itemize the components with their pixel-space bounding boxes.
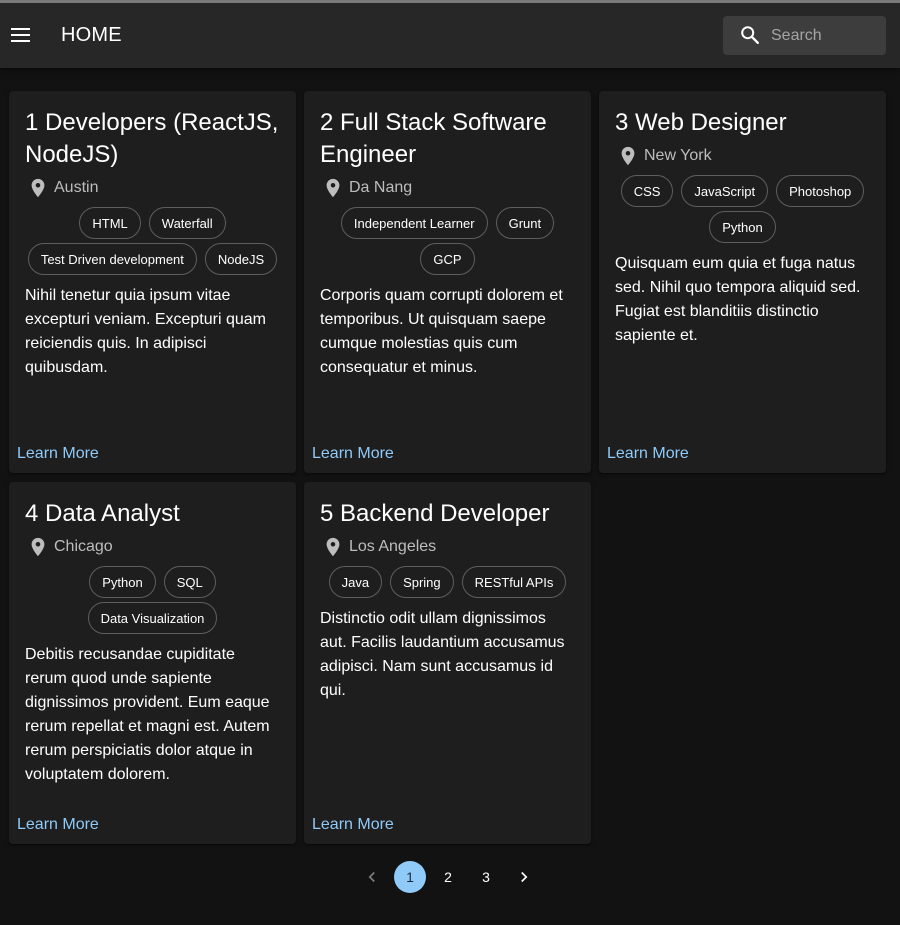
skill-tag[interactable]: Independent Learner (340, 207, 488, 239)
job-location: Austin (25, 175, 280, 201)
location-label: Austin (54, 179, 99, 196)
page-button-3[interactable]: 3 (470, 861, 502, 893)
skill-tag[interactable]: CSS (620, 175, 674, 207)
page-button-2[interactable]: 2 (432, 861, 464, 893)
job-title: 4 Data Analyst (25, 500, 180, 527)
skill-tag[interactable]: Photoshop (776, 175, 865, 207)
chevron-right-icon (521, 871, 528, 883)
job-title: 2 Full Stack Software Engineer (320, 109, 547, 168)
previous-page-button[interactable] (356, 861, 388, 893)
skill-tag[interactable]: JavaScript (681, 175, 769, 207)
menu-button[interactable] (6, 17, 36, 53)
skill-tag[interactable]: NodeJS (204, 243, 278, 275)
location-label: Da Nang (349, 179, 413, 196)
job-description: Distinctio odit ullam dignissimos aut. F… (320, 610, 565, 699)
learn-more-button[interactable]: Learn More (607, 445, 689, 463)
skill-tag[interactable]: Data Visualization (87, 602, 218, 634)
skill-tag[interactable]: SQL (163, 566, 216, 598)
job-card: 3 Web Designer New York CSS JavaScript P… (599, 91, 886, 473)
job-title: 5 Backend Developer (320, 500, 550, 527)
job-location: Los Angeles (320, 534, 575, 560)
skill-tag[interactable]: Waterfall (148, 207, 226, 239)
learn-more-button[interactable]: Learn More (17, 445, 99, 463)
job-card: 2 Full Stack Software Engineer Da Nang I… (304, 91, 591, 473)
skill-tag[interactable]: Test Driven development (27, 243, 197, 275)
location-label: Los Angeles (349, 538, 437, 555)
location-pin-icon (621, 146, 635, 166)
job-title: 3 Web Designer (615, 109, 787, 136)
skill-tags: HTML Waterfall Test Driven development N… (25, 207, 280, 275)
skill-tags: Java Spring RESTful APIs (320, 566, 575, 598)
skill-tag[interactable]: Java (328, 566, 383, 598)
learn-more-button[interactable]: Learn More (312, 816, 394, 834)
app-bar: HOME (0, 0, 900, 68)
menu-icon (11, 28, 30, 42)
job-description: Nihil tenetur quia ipsum vitae excepturi… (25, 287, 266, 376)
location-pin-icon (326, 178, 340, 198)
location-label: New York (644, 147, 712, 164)
app-root: HOME 1 Developers (ReactJS, NodeJS) Aust… (0, 0, 900, 925)
job-description: Corporis quam corrupti dolorem et tempor… (320, 287, 563, 376)
skill-tag[interactable]: GCP (420, 243, 475, 275)
skill-tag[interactable]: RESTful APIs (461, 566, 567, 598)
next-page-button[interactable] (508, 861, 540, 893)
skill-tags: Python SQL Data Visualization (25, 566, 280, 634)
job-card: 4 Data Analyst Chicago Python SQL Data V… (9, 482, 296, 844)
search-input[interactable] (771, 16, 881, 55)
search-icon (741, 26, 759, 44)
learn-more-button[interactable]: Learn More (312, 445, 394, 463)
chevron-left-icon (368, 871, 375, 883)
job-card: 5 Backend Developer Los Angeles Java Spr… (304, 482, 591, 844)
page-title: HOME (61, 24, 122, 46)
search-box[interactable] (723, 16, 886, 55)
job-location: Da Nang (320, 175, 575, 201)
job-description: Quisquam eum quia et fuga natus sed. Nih… (615, 255, 861, 344)
skill-tag[interactable]: Python (89, 566, 156, 598)
skill-tag[interactable]: Spring (390, 566, 454, 598)
job-description: Debitis recusandae cupiditate rerum quod… (25, 646, 270, 783)
location-pin-icon (326, 537, 340, 557)
pagination: 1 2 3 (356, 861, 540, 893)
location-label: Chicago (54, 538, 113, 555)
location-pin-icon (31, 178, 45, 198)
learn-more-button[interactable]: Learn More (17, 816, 99, 834)
job-location: Chicago (25, 534, 280, 560)
skill-tag[interactable]: Python (709, 211, 776, 243)
skill-tags: CSS JavaScript Photoshop Python (615, 175, 870, 243)
skill-tags: Independent Learner Grunt GCP (320, 207, 575, 275)
job-location: New York (615, 143, 870, 169)
page-button-1[interactable]: 1 (394, 861, 426, 893)
job-title: 1 Developers (ReactJS, NodeJS) (25, 109, 279, 168)
location-pin-icon (31, 537, 45, 557)
job-card: 1 Developers (ReactJS, NodeJS) Austin HT… (9, 91, 296, 473)
skill-tag[interactable]: Grunt (495, 207, 555, 239)
skill-tag[interactable]: HTML (79, 207, 141, 239)
